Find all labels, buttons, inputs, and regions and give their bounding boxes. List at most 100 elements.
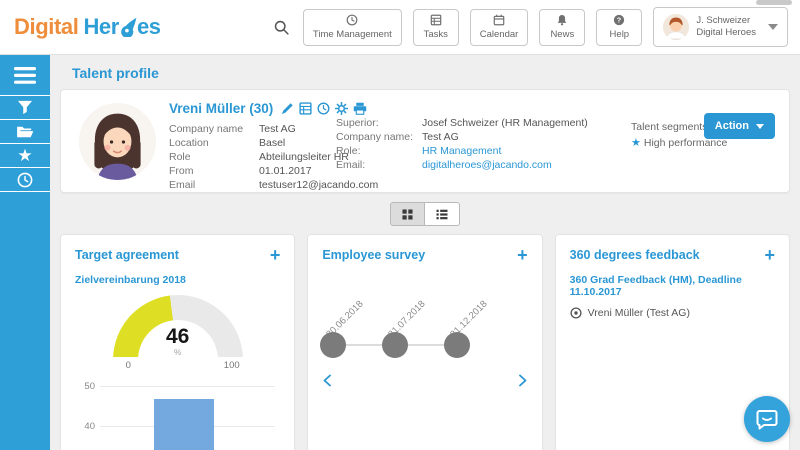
nav-time-management-button[interactable]: Time Management <box>303 9 402 46</box>
y-tick: 40 <box>75 421 95 432</box>
add-target-agreement-button[interactable]: + <box>270 248 281 262</box>
field-label: Company name <box>169 123 259 135</box>
svg-text:?: ? <box>617 16 622 25</box>
sidebar-item-folders[interactable] <box>0 120 50 144</box>
timeline-next-button[interactable] <box>518 374 528 387</box>
profile-card: Vreni Müller (30) <box>60 89 790 193</box>
superior-email-link[interactable]: digitalheroes@jacando.com <box>422 159 588 171</box>
field-label: Company name: <box>336 131 422 143</box>
view-toggle <box>50 202 800 226</box>
bar-zielvereinbarung <box>154 399 214 450</box>
nav-tasks-button[interactable]: Tasks <box>413 9 459 46</box>
page-title: Talent profile <box>50 55 800 89</box>
filter-icon <box>17 100 33 115</box>
field-label: Role: <box>336 145 422 157</box>
logo-text-orange: Digital <box>14 14 78 40</box>
timeline-nav <box>322 374 527 387</box>
add-employee-survey-button[interactable]: + <box>517 248 528 262</box>
user-avatar <box>663 14 689 40</box>
user-info: J. Schweizer Digital Heroes <box>696 15 756 40</box>
gridline <box>100 386 275 387</box>
profile-sheet-button[interactable] <box>299 102 312 115</box>
search-button[interactable] <box>271 17 292 38</box>
action-label: Action <box>715 120 749 132</box>
gauge-value: 46 <box>113 325 243 349</box>
nav-news-button[interactable]: News <box>539 9 585 46</box>
add-feedback-button[interactable]: + <box>764 248 775 262</box>
clock-icon <box>317 102 330 115</box>
logo-text-blue-2: es <box>137 14 161 40</box>
print-button[interactable] <box>353 102 367 115</box>
field-label: From <box>169 165 259 177</box>
bell-icon <box>556 14 568 26</box>
nav-label: Calendar <box>480 29 519 40</box>
grid-icon <box>402 209 413 220</box>
card-title: Employee survey <box>322 248 425 262</box>
nav-label: Tasks <box>424 29 448 40</box>
sidebar-item-history[interactable] <box>0 168 50 192</box>
superior-info: Superior: Josef Schweizer (HR Management… <box>336 117 588 171</box>
timeline-point[interactable] <box>444 332 470 358</box>
sidebar: ★ <box>0 55 50 450</box>
pencil-icon <box>281 102 294 115</box>
target-agreement-card: Target agreement + Zielvereinbarung 2018… <box>60 234 295 450</box>
calendar-icon <box>493 14 505 26</box>
history-button[interactable] <box>317 102 330 115</box>
logo-text-blue: Her <box>83 14 119 40</box>
chat-bubble-icon <box>755 407 779 431</box>
survey-timeline: 30.06.2018 31.07.2018 31.12.2018 <box>322 262 527 366</box>
chevron-left-icon <box>322 374 332 387</box>
sidebar-item-filter[interactable] <box>0 96 50 120</box>
app-logo: Digital Her es <box>14 14 161 40</box>
sidebar-menu-toggle[interactable] <box>0 55 50 96</box>
app-window: Digital Her es Time Management <box>0 0 800 450</box>
list-icon <box>436 209 448 220</box>
circle-dot-icon <box>570 307 582 319</box>
settings-button[interactable] <box>335 102 348 115</box>
timeline-point[interactable] <box>382 332 408 358</box>
grid-view-button[interactable] <box>390 202 425 226</box>
clock-icon <box>17 172 33 188</box>
nav-help-button[interactable]: ? Help <box>596 9 642 46</box>
user-name: J. Schweizer <box>696 15 750 26</box>
timeline-point[interactable] <box>320 332 346 358</box>
field-label: Email: <box>336 159 422 171</box>
user-menu-button[interactable]: J. Schweizer Digital Heroes <box>653 7 788 47</box>
feedback-participant-name: Vreni Müller (Test AG) <box>588 307 690 319</box>
hamburger-icon <box>13 67 37 84</box>
card-title: Target agreement <box>75 248 179 262</box>
printer-icon <box>353 102 367 115</box>
list-view-button[interactable] <box>425 202 460 226</box>
nav-calendar-button[interactable]: Calendar <box>470 9 529 46</box>
superior-role-link[interactable]: HR Management <box>422 145 588 157</box>
nav-label: Time Management <box>313 29 392 40</box>
scrollbar-thumb[interactable] <box>756 0 792 5</box>
tasks-icon <box>430 14 442 26</box>
edit-profile-button[interactable] <box>281 102 294 115</box>
field-value: Test AG <box>422 131 588 143</box>
help-icon: ? <box>613 14 625 26</box>
feedback-link[interactable]: 360 Grad Feedback (HM), Deadline 11.10.2… <box>570 274 775 298</box>
user-org: Digital Heroes <box>696 27 756 38</box>
chevron-down-icon <box>768 24 778 30</box>
field-label: Email <box>169 179 259 191</box>
widget-cards: Target agreement + Zielvereinbarung 2018… <box>60 234 790 450</box>
header-actions: Time Management Tasks Calendar <box>271 7 788 47</box>
open-folder-icon <box>16 125 34 139</box>
target-agreement-link[interactable]: Zielvereinbarung 2018 <box>75 274 186 286</box>
comet-icon <box>118 16 139 37</box>
sidebar-item-favorites[interactable]: ★ <box>0 144 50 168</box>
action-button[interactable]: Action <box>704 113 775 139</box>
chat-button[interactable] <box>744 396 790 442</box>
chevron-down-icon <box>756 124 764 129</box>
profile-name: Vreni Müller (30) <box>169 101 273 116</box>
gauge-min-label: 0 <box>126 360 131 371</box>
chevron-right-icon <box>518 374 528 387</box>
timeline-prev-button[interactable] <box>322 374 332 387</box>
nav-label: News <box>550 29 574 40</box>
field-value: Josef Schweizer (HR Management) <box>422 117 588 129</box>
talent-segment-value: High performance <box>644 137 727 149</box>
card-title: 360 degrees feedback <box>570 248 700 262</box>
search-icon <box>273 19 290 36</box>
field-value: testuser12@jacando.com <box>259 179 378 191</box>
